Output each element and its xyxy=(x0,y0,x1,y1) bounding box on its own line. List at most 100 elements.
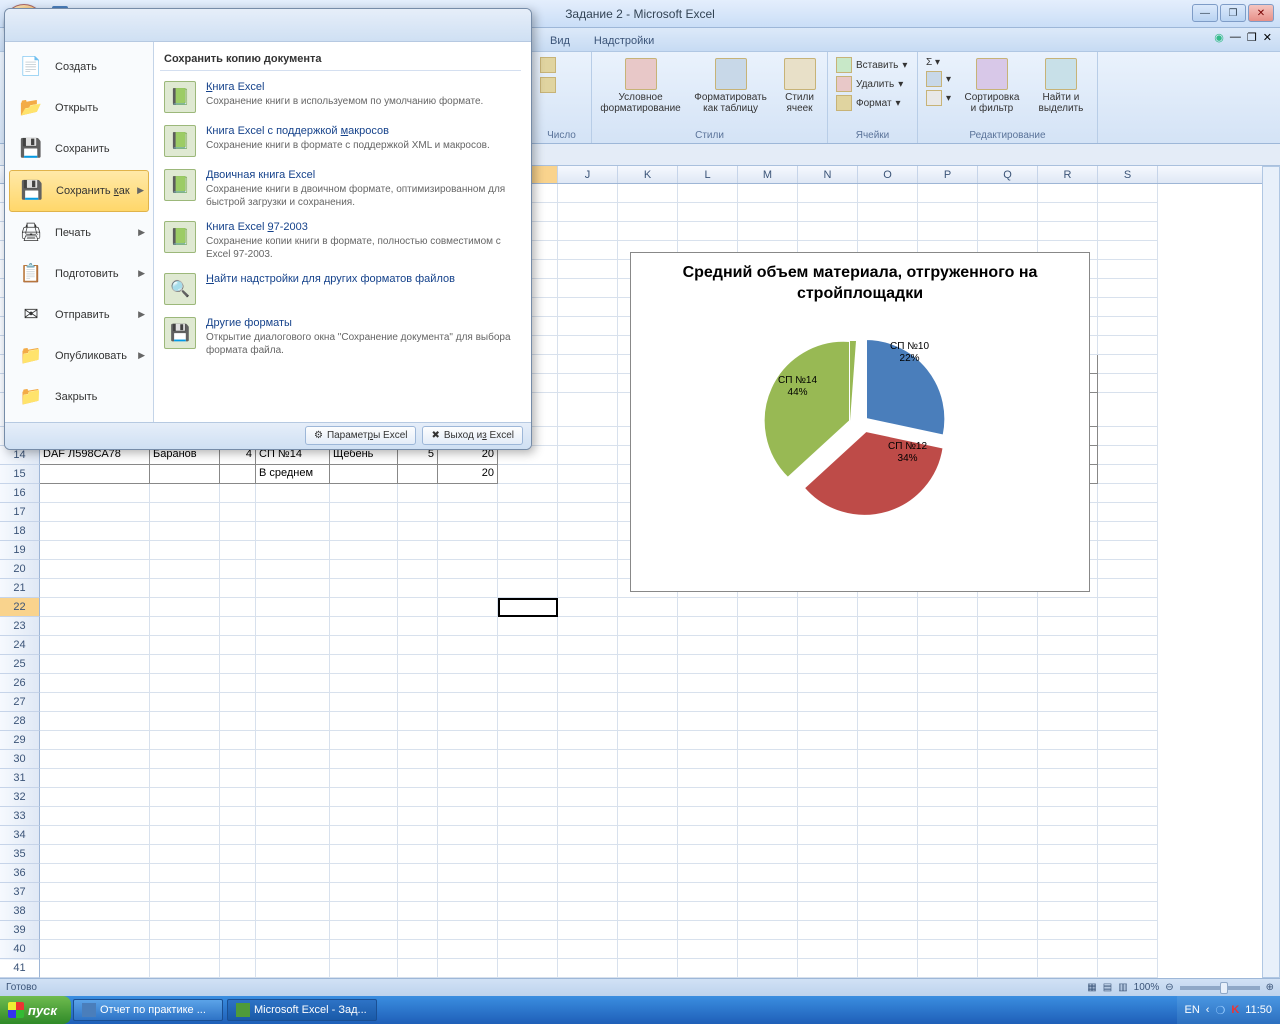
cell[interactable] xyxy=(256,940,330,959)
cell[interactable] xyxy=(738,636,798,655)
cell[interactable] xyxy=(558,788,618,807)
cell[interactable] xyxy=(330,579,398,598)
cell[interactable] xyxy=(398,769,438,788)
cell[interactable] xyxy=(256,579,330,598)
cell[interactable] xyxy=(618,826,678,845)
tray-icon[interactable]: ‹ xyxy=(1206,1004,1210,1016)
cell[interactable] xyxy=(220,484,256,503)
cell[interactable] xyxy=(918,788,978,807)
cell[interactable] xyxy=(618,883,678,902)
cell[interactable] xyxy=(498,807,558,826)
cell[interactable] xyxy=(978,636,1038,655)
cell[interactable] xyxy=(1038,750,1098,769)
cell[interactable] xyxy=(438,959,498,978)
cell[interactable] xyxy=(858,184,918,203)
cell[interactable] xyxy=(398,712,438,731)
cell[interactable] xyxy=(738,940,798,959)
cell[interactable] xyxy=(256,541,330,560)
cell[interactable] xyxy=(918,636,978,655)
cell[interactable] xyxy=(618,184,678,203)
cell[interactable] xyxy=(858,807,918,826)
cell[interactable] xyxy=(858,203,918,222)
cell[interactable] xyxy=(398,731,438,750)
cell[interactable] xyxy=(1038,845,1098,864)
tray-icon[interactable]: ❍ xyxy=(1215,1004,1225,1017)
cell[interactable] xyxy=(330,845,398,864)
cell[interactable] xyxy=(618,655,678,674)
row-header[interactable]: 41 xyxy=(0,959,40,978)
cell[interactable] xyxy=(498,617,558,636)
cell[interactable] xyxy=(150,731,220,750)
cell[interactable] xyxy=(330,788,398,807)
cell[interactable] xyxy=(618,674,678,693)
cell[interactable] xyxy=(558,484,618,503)
cell[interactable] xyxy=(398,883,438,902)
maximize-button[interactable]: ❐ xyxy=(1220,4,1246,22)
cell[interactable] xyxy=(918,203,978,222)
cell[interactable] xyxy=(256,826,330,845)
cell[interactable] xyxy=(40,465,150,484)
cell[interactable] xyxy=(330,693,398,712)
conditional-formatting-button[interactable]: Условное форматирование xyxy=(598,56,683,116)
pie-chart[interactable]: Средний объем материала, отгруженного на… xyxy=(630,252,1090,592)
cell[interactable] xyxy=(40,788,150,807)
cell[interactable] xyxy=(558,921,618,940)
cell[interactable] xyxy=(678,807,738,826)
cell[interactable] xyxy=(978,617,1038,636)
cell[interactable] xyxy=(256,503,330,522)
cell[interactable] xyxy=(150,655,220,674)
cell[interactable] xyxy=(918,902,978,921)
cell[interactable] xyxy=(256,560,330,579)
cell[interactable] xyxy=(398,826,438,845)
cell[interactable] xyxy=(978,655,1038,674)
cell[interactable] xyxy=(220,788,256,807)
cell[interactable] xyxy=(798,959,858,978)
cell[interactable] xyxy=(498,769,558,788)
row-header[interactable]: 26 xyxy=(0,674,40,693)
cell[interactable] xyxy=(220,921,256,940)
cell-styles-button[interactable]: Стили ячеек xyxy=(778,56,821,116)
cell[interactable] xyxy=(220,598,256,617)
cell[interactable] xyxy=(150,484,220,503)
cell[interactable] xyxy=(618,598,678,617)
cell[interactable] xyxy=(618,750,678,769)
cell[interactable] xyxy=(398,636,438,655)
column-header[interactable]: R xyxy=(1038,166,1098,183)
save-as-format-option[interactable]: 📗Книга ExcelСохранение книги в используе… xyxy=(160,75,521,119)
cell[interactable] xyxy=(558,222,618,241)
cell[interactable] xyxy=(918,184,978,203)
cell[interactable] xyxy=(678,203,738,222)
cell[interactable] xyxy=(40,541,150,560)
cell[interactable] xyxy=(256,655,330,674)
cell[interactable] xyxy=(256,712,330,731)
cell[interactable] xyxy=(558,241,618,260)
cell[interactable] xyxy=(398,579,438,598)
cell[interactable] xyxy=(40,522,150,541)
cell[interactable] xyxy=(330,598,398,617)
cell[interactable] xyxy=(438,788,498,807)
cell[interactable] xyxy=(738,845,798,864)
cell[interactable] xyxy=(1098,560,1158,579)
cell[interactable] xyxy=(1098,503,1158,522)
cell[interactable] xyxy=(256,883,330,902)
cell[interactable] xyxy=(798,598,858,617)
cell[interactable] xyxy=(330,959,398,978)
cell[interactable] xyxy=(558,655,618,674)
row-header[interactable]: 32 xyxy=(0,788,40,807)
cell[interactable] xyxy=(438,712,498,731)
minimize-button[interactable]: — xyxy=(1192,4,1218,22)
cell[interactable] xyxy=(438,731,498,750)
cell[interactable] xyxy=(558,940,618,959)
menu-new[interactable]: 📄Создать xyxy=(9,47,149,87)
cell[interactable] xyxy=(798,184,858,203)
cell[interactable] xyxy=(330,769,398,788)
cell[interactable] xyxy=(858,788,918,807)
cell[interactable] xyxy=(498,465,558,484)
cell[interactable] xyxy=(1038,902,1098,921)
cell[interactable] xyxy=(978,674,1038,693)
cell[interactable] xyxy=(398,465,438,484)
cell[interactable] xyxy=(256,807,330,826)
cell[interactable] xyxy=(398,902,438,921)
cell[interactable] xyxy=(978,921,1038,940)
cell[interactable] xyxy=(438,522,498,541)
